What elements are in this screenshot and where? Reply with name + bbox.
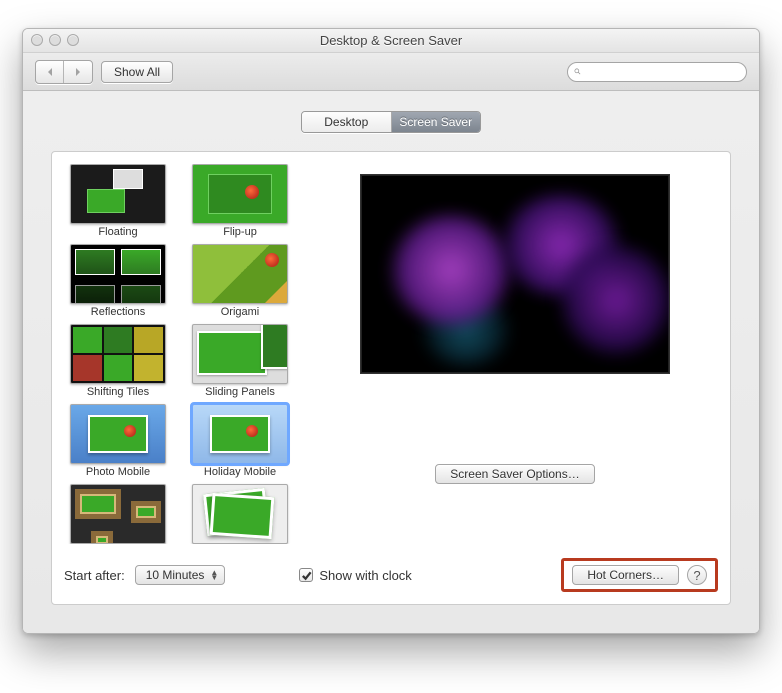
back-button[interactable]: [36, 61, 64, 83]
saver-item-origami[interactable]: Origami: [186, 244, 294, 318]
zoom-window-button[interactable]: [67, 34, 79, 46]
saver-label: Origami: [221, 306, 260, 318]
chevron-left-icon: [45, 67, 55, 77]
screen-saver-options-button[interactable]: Screen Saver Options…: [435, 464, 594, 484]
content-area: Desktop Screen Saver Floating Flip-up: [23, 91, 759, 633]
chevron-right-icon: [73, 67, 83, 77]
saver-thumb-icon: [70, 244, 166, 304]
bottom-controls: Start after: 10 Minutes ▲▼ Show with clo…: [64, 558, 718, 592]
show-with-clock-label: Show with clock: [319, 568, 411, 583]
search-icon: [574, 66, 581, 77]
saver-thumb-icon: [70, 484, 166, 544]
prefpane-window: Desktop & Screen Saver Show All Desktop …: [22, 28, 760, 634]
search-input[interactable]: [585, 65, 740, 79]
show-with-clock-checkbox[interactable]: [299, 568, 313, 582]
saver-label: Holiday Mobile: [204, 466, 276, 478]
start-after-value: 10 Minutes: [146, 568, 205, 582]
saver-label: Flip-up: [223, 226, 257, 238]
forward-button[interactable]: [64, 61, 92, 83]
saver-thumb-icon: [70, 404, 166, 464]
saver-item-flipup[interactable]: Flip-up: [186, 164, 294, 238]
saver-item-shifting-tiles[interactable]: Shifting Tiles: [64, 324, 172, 398]
saver-list[interactable]: Floating Flip-up Reflections Origam: [64, 164, 294, 544]
saver-item-holiday-mobile[interactable]: Holiday Mobile: [186, 404, 294, 478]
window-title: Desktop & Screen Saver: [320, 33, 462, 48]
saver-label: Shifting Tiles: [87, 386, 149, 398]
nav-back-forward: [35, 60, 93, 84]
saver-item-photo-mobile[interactable]: Photo Mobile: [64, 404, 172, 478]
start-after-popup[interactable]: 10 Minutes ▲▼: [135, 565, 226, 585]
question-mark-icon: ?: [693, 568, 700, 583]
screensaver-preview: [360, 174, 670, 374]
tab-desktop[interactable]: Desktop: [302, 112, 392, 132]
screen-saver-pane: Floating Flip-up Reflections Origam: [51, 151, 731, 605]
help-button[interactable]: ?: [687, 565, 707, 585]
saver-thumb-icon: [192, 164, 288, 224]
saver-label: Reflections: [91, 306, 145, 318]
saver-thumb-icon: [192, 324, 288, 384]
saver-item-stacked[interactable]: [186, 484, 294, 544]
saver-thumb-icon: [70, 164, 166, 224]
saver-item-framed[interactable]: [64, 484, 172, 544]
saver-item-floating[interactable]: Floating: [64, 164, 172, 238]
minimize-window-button[interactable]: [49, 34, 61, 46]
saver-item-reflections[interactable]: Reflections: [64, 244, 172, 318]
saver-thumb-icon: [192, 244, 288, 304]
saver-thumb-icon: [192, 404, 288, 464]
close-window-button[interactable]: [31, 34, 43, 46]
hot-corners-button[interactable]: Hot Corners…: [572, 565, 679, 585]
hot-corners-highlight: Hot Corners… ?: [561, 558, 718, 592]
saver-thumb-icon: [192, 484, 288, 544]
saver-label: Photo Mobile: [86, 466, 150, 478]
window-controls: [31, 34, 79, 46]
search-field[interactable]: [567, 62, 747, 82]
preview-column: Screen Saver Options…: [312, 164, 718, 544]
saver-item-sliding-panels[interactable]: Sliding Panels: [186, 324, 294, 398]
saver-thumb-icon: [70, 324, 166, 384]
show-all-button[interactable]: Show All: [101, 61, 173, 83]
tab-segmented-control: Desktop Screen Saver: [301, 111, 481, 133]
saver-label: Floating: [98, 226, 137, 238]
toolbar: Show All: [23, 53, 759, 91]
start-after-label: Start after:: [64, 568, 125, 583]
saver-label: Sliding Panels: [205, 386, 275, 398]
tab-screen-saver[interactable]: Screen Saver: [392, 112, 481, 132]
titlebar: Desktop & Screen Saver: [23, 29, 759, 53]
checkmark-icon: [301, 570, 312, 581]
updown-arrows-icon: ▲▼: [210, 570, 218, 580]
